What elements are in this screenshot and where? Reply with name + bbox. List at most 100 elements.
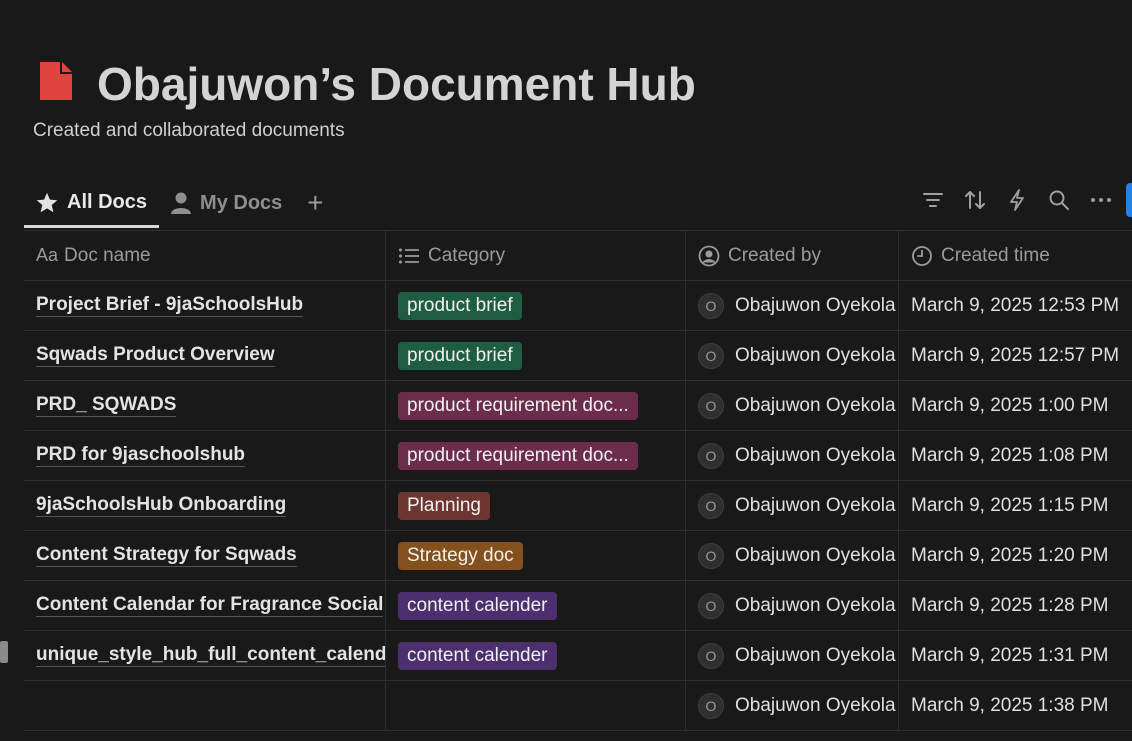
docs-table: Aa Doc name Category Created by Created …: [24, 231, 1132, 731]
avatar: O: [698, 692, 724, 719]
new-button[interactable]: [1126, 183, 1132, 217]
person-name: Obajuwon Oyekola: [735, 294, 896, 316]
category-cell[interactable]: product requirement doc...: [386, 381, 686, 430]
doc-name-link[interactable]: 9jaSchoolsHub Onboarding: [36, 494, 287, 517]
created-by-cell[interactable]: O Obajuwon Oyekola: [686, 481, 899, 530]
automation-icon: [1010, 189, 1024, 211]
category-cell[interactable]: Planning: [386, 481, 686, 530]
page-subtitle[interactable]: Created and collaborated documents: [33, 120, 345, 142]
database-toolbar: [912, 180, 1132, 220]
table-row[interactable]: PRD for 9jaschoolshub product requiremen…: [24, 431, 1132, 481]
doc-name-cell[interactable]: Sqwads Product Overview: [24, 331, 386, 380]
column-label: Created by: [728, 244, 821, 266]
doc-name-cell[interactable]: Project Brief - 9jaSchoolsHub: [24, 281, 386, 330]
doc-name-cell[interactable]: unique_style_hub_full_content_calendar: [24, 631, 386, 680]
avatar: O: [698, 292, 724, 319]
more-button[interactable]: [1080, 180, 1122, 220]
created-time-cell: March 9, 2025 12:53 PM: [899, 281, 1132, 330]
doc-name-cell[interactable]: [24, 681, 386, 730]
table-row[interactable]: Project Brief - 9jaSchoolsHub product br…: [24, 281, 1132, 331]
table-row[interactable]: Content Strategy for Sqwads Strategy doc…: [24, 531, 1132, 581]
tab-my-docs[interactable]: My Docs: [159, 180, 294, 226]
created-by-cell[interactable]: O Obajuwon Oyekola: [686, 681, 899, 730]
created-time-cell: March 9, 2025 1:20 PM: [899, 531, 1132, 580]
drag-handle[interactable]: [0, 641, 8, 663]
add-view-button[interactable]: +: [300, 180, 330, 226]
column-header-doc-name[interactable]: Aa Doc name: [24, 231, 386, 280]
category-tag[interactable]: product requirement doc...: [398, 391, 638, 420]
doc-name-link[interactable]: PRD_ SQWADS: [36, 394, 177, 417]
created-by-cell[interactable]: O Obajuwon Oyekola: [686, 381, 899, 430]
created-time: March 9, 2025 12:57 PM: [911, 344, 1120, 366]
column-label: Doc name: [64, 244, 151, 266]
page-title[interactable]: Obajuwon’s Document Hub: [97, 56, 696, 112]
column-label: Category: [428, 244, 506, 266]
created-time: March 9, 2025 1:20 PM: [911, 544, 1109, 566]
column-header-created-by[interactable]: Created by: [686, 231, 899, 280]
category-tag[interactable]: content calender: [398, 641, 557, 670]
table-row[interactable]: PRD_ SQWADS product requirement doc... O…: [24, 381, 1132, 431]
column-header-category[interactable]: Category: [386, 231, 686, 280]
created-time-cell: March 9, 2025 1:00 PM: [899, 381, 1132, 430]
search-button[interactable]: [1038, 180, 1080, 220]
category-cell[interactable]: [386, 681, 686, 730]
category-tag[interactable]: Planning: [398, 491, 490, 520]
doc-name-link[interactable]: Sqwads Product Overview: [36, 344, 275, 367]
category-tag[interactable]: product requirement doc...: [398, 441, 638, 470]
created-time-cell: March 9, 2025 1:31 PM: [899, 631, 1132, 680]
category-cell[interactable]: product brief: [386, 331, 686, 380]
avatar: O: [698, 542, 724, 569]
doc-name-link[interactable]: Project Brief - 9jaSchoolsHub: [36, 294, 304, 317]
text-type-icon: Aa: [36, 245, 59, 265]
sort-icon: [965, 191, 985, 209]
column-label: Created time: [941, 244, 1050, 266]
table-row[interactable]: Content Calendar for Fragrance Social co…: [24, 581, 1132, 631]
doc-name-cell[interactable]: Content Strategy for Sqwads: [24, 531, 386, 580]
table-row[interactable]: Sqwads Product Overview product brief OO…: [24, 331, 1132, 381]
category-tag[interactable]: Strategy doc: [398, 541, 523, 570]
category-cell[interactable]: Strategy doc: [386, 531, 686, 580]
sort-button[interactable]: [954, 180, 996, 220]
category-tag[interactable]: product brief: [398, 291, 522, 320]
doc-name-cell[interactable]: PRD_ SQWADS: [24, 381, 386, 430]
category-cell[interactable]: product brief: [386, 281, 686, 330]
created-by-cell[interactable]: O Obajuwon Oyekola: [686, 331, 899, 380]
created-by-cell[interactable]: O Obajuwon Oyekola: [686, 431, 899, 480]
category-cell[interactable]: product requirement doc...: [386, 431, 686, 480]
person-name: Obajuwon Oyekola: [735, 594, 896, 616]
person-name: Obajuwon Oyekola: [735, 494, 896, 516]
created-by-cell[interactable]: O Obajuwon Oyekola: [686, 531, 899, 580]
column-header-created-time[interactable]: Created time: [899, 231, 1132, 280]
avatar: O: [698, 592, 724, 619]
search-icon: [1049, 190, 1069, 210]
created-by-cell[interactable]: O Obajuwon Oyekola: [686, 631, 899, 680]
created-by-cell[interactable]: O Obajuwon Oyekola: [686, 281, 899, 330]
tab-label: All Docs: [67, 191, 148, 213]
doc-name-link[interactable]: unique_style_hub_full_content_calendar: [36, 644, 385, 667]
table-row[interactable]: unique_style_hub_full_content_calendar c…: [24, 631, 1132, 681]
doc-name-link[interactable]: Content Strategy for Sqwads: [36, 544, 297, 567]
doc-name-cell[interactable]: PRD for 9jaschoolshub: [24, 431, 386, 480]
automation-button[interactable]: [996, 180, 1038, 220]
doc-name-cell[interactable]: Content Calendar for Fragrance Social: [24, 581, 386, 630]
table-row[interactable]: 9jaSchoolsHub Onboarding Planning O Obaju…: [24, 481, 1132, 531]
category-tag[interactable]: product brief: [398, 341, 522, 370]
filter-button[interactable]: [912, 180, 954, 220]
category-cell[interactable]: content calender: [386, 581, 686, 630]
doc-name-link[interactable]: PRD for 9jaschoolshub: [36, 444, 246, 467]
doc-name-link[interactable]: Content Calendar for Fragrance Social: [36, 594, 384, 617]
table-row[interactable]: O Obajuwon Oyekola March 9, 2025 1:38 PM: [24, 681, 1132, 731]
created-time: March 9, 2025 12:53 PM: [911, 294, 1120, 316]
list-icon: [399, 248, 419, 263]
avatar: O: [698, 342, 724, 369]
tab-all-docs[interactable]: All Docs: [24, 180, 160, 228]
avatar: O: [698, 392, 724, 419]
category-tag[interactable]: content calender: [398, 591, 557, 620]
avatar: O: [698, 642, 724, 669]
person-name: Obajuwon Oyekola: [735, 644, 896, 666]
more-icon: [1091, 198, 1111, 202]
doc-name-cell[interactable]: 9jaSchoolsHub Onboarding: [24, 481, 386, 530]
created-by-cell[interactable]: O Obajuwon Oyekola: [686, 581, 899, 630]
person-name: Obajuwon Oyekola: [735, 394, 896, 416]
category-cell[interactable]: content calender: [386, 631, 686, 680]
